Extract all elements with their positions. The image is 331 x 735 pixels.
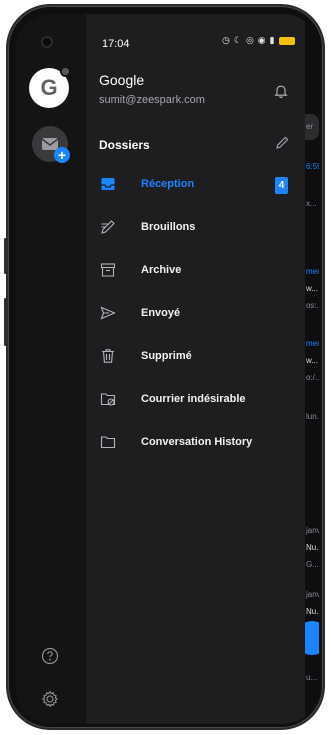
volume-down-button — [4, 298, 7, 346]
folder-label: Envoyé — [141, 307, 181, 319]
folder-item-brouillons[interactable]: Brouillons — [86, 210, 305, 244]
folder-label: Conversation History — [141, 436, 253, 448]
status-time: 17:04 — [102, 38, 130, 50]
mail-snippet: Nu... — [306, 607, 319, 616]
folder-label: Supprimé — [141, 350, 192, 362]
mail-snippet: G... — [306, 560, 319, 569]
wifi-icon: ◉ — [257, 35, 266, 45]
folder-drawer: 17:04 ◷ ☾ ◎ ◉ ▮ Google sumit@zeespark.co… — [86, 14, 305, 724]
phone-frame: G + 17:04 ◷ ☾ ◎ ◉ ▮ Google sumit@zeespar… — [6, 4, 325, 730]
junk-folder-icon — [100, 391, 116, 407]
account-name: Google — [99, 72, 145, 88]
unread-count-badge: 4 — [275, 177, 288, 194]
folder-item-supprime[interactable]: Supprimé — [86, 339, 305, 373]
battery-icon — [278, 36, 295, 45]
notification-bell-icon[interactable] — [274, 84, 288, 98]
inbox-icon — [100, 176, 116, 192]
mail-snippet: x... — [306, 199, 317, 208]
trash-icon — [100, 348, 116, 364]
account-rail: G + — [16, 14, 86, 724]
mail-snippet: mer. — [306, 267, 319, 276]
folder-label: Courrier indésirable — [141, 393, 246, 405]
draft-icon — [100, 219, 116, 235]
account-status-dot — [60, 66, 71, 77]
mail-snippet: os:... — [306, 301, 319, 310]
folder-item-courrier-indesirable[interactable]: Courrier indésirable — [86, 382, 305, 416]
folder-item-envoye[interactable]: Envoyé — [86, 296, 305, 330]
mail-snippet: lun. — [306, 412, 319, 421]
add-icon: + — [54, 147, 70, 163]
compose-button[interactable] — [305, 621, 319, 655]
settings-icon[interactable] — [40, 689, 60, 709]
screen: G + 17:04 ◷ ☾ ◎ ◉ ▮ Google sumit@zeespar… — [16, 14, 319, 724]
folders-title: Dossiers — [99, 138, 150, 152]
mail-list-peek: er 6:59 x... mer. w... os:... mer. w... … — [305, 14, 319, 724]
hotspot-icon: ◎ — [245, 35, 254, 45]
folder-icon — [100, 434, 116, 450]
archive-icon — [100, 262, 116, 278]
help-icon[interactable] — [40, 646, 60, 666]
avatar-letter: G — [40, 75, 58, 100]
alarm-icon: ◷ — [222, 35, 230, 45]
folder-label: Archive — [141, 264, 182, 276]
mail-snippet: Nu... — [306, 543, 319, 552]
mail-snippet: janv. — [306, 526, 319, 535]
folder-item-conversation-history[interactable]: Conversation History — [86, 425, 305, 459]
mail-snippet: o:/... — [306, 373, 319, 382]
folder-item-archive[interactable]: Archive — [86, 253, 305, 287]
account-email: sumit@zeespark.com — [99, 94, 205, 106]
mail-snippet: w... — [306, 356, 319, 365]
search-text-fragment: er — [306, 122, 314, 131]
mail-snippet: w... — [306, 284, 319, 293]
signal-icon: ▮ — [269, 35, 275, 45]
status-icons: ◷ ☾ ◎ ◉ ▮ — [222, 35, 295, 46]
folder-label: Réception — [141, 178, 195, 190]
mail-snippet: janv. — [306, 590, 319, 599]
edit-pencil-icon[interactable] — [275, 135, 290, 150]
front-camera — [41, 36, 53, 48]
mail-snippet: u... — [306, 673, 318, 682]
folder-item-reception[interactable]: Réception 4 — [86, 167, 305, 201]
do-not-disturb-icon: ☾ — [233, 35, 242, 45]
folder-label: Brouillons — [141, 221, 196, 233]
volume-up-button — [4, 238, 7, 274]
mail-time-fragment: 6:59 — [306, 162, 319, 171]
send-icon — [100, 305, 116, 321]
mail-snippet: mer. — [306, 339, 319, 348]
